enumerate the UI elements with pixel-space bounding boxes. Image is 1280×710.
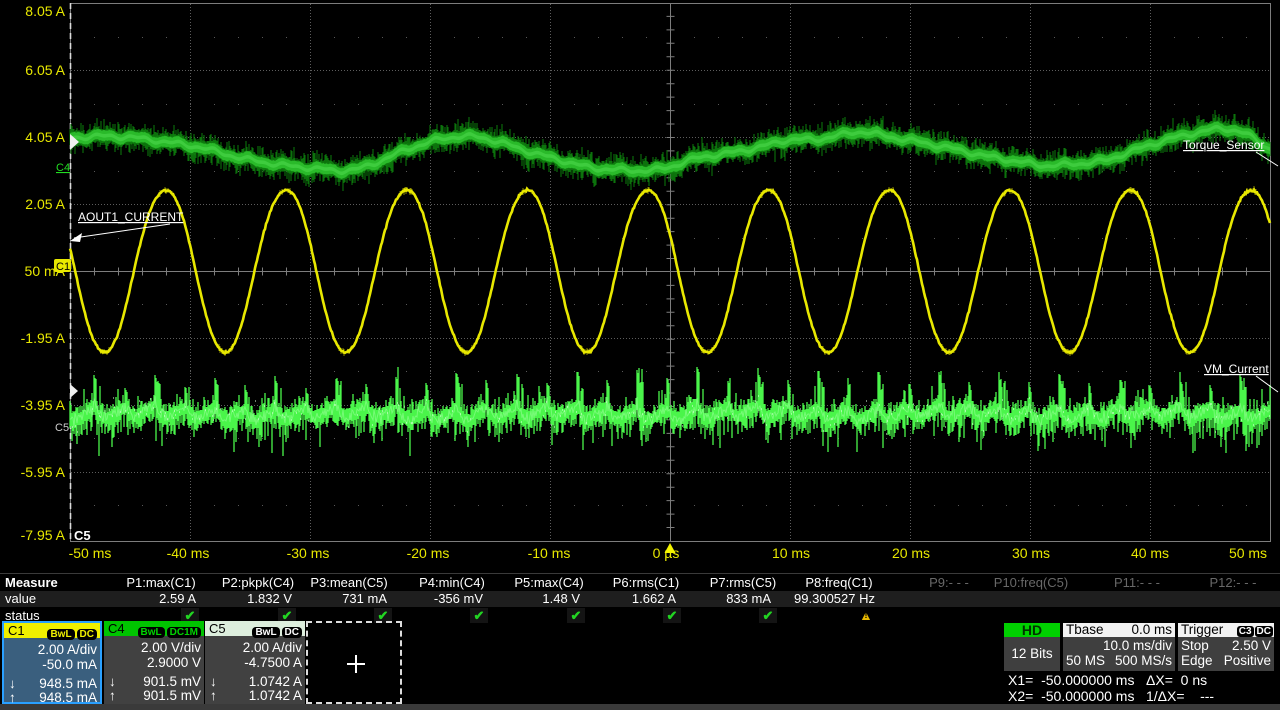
svg-text:C4: C4	[56, 162, 70, 174]
svg-text:50 ms: 50 ms	[1229, 545, 1267, 561]
svg-text:40 ms: 40 ms	[1131, 545, 1169, 561]
svg-text:-1.95 A: -1.95 A	[21, 330, 66, 346]
svg-text:4.05 A: 4.05 A	[25, 129, 65, 145]
svg-text:-50 ms: -50 ms	[69, 545, 112, 561]
svg-text:-20 ms: -20 ms	[407, 545, 450, 561]
svg-text:C5: C5	[74, 528, 91, 543]
svg-text:2.05 A: 2.05 A	[25, 196, 65, 212]
svg-text:C1: C1	[56, 261, 70, 273]
svg-text:10 ms: 10 ms	[772, 545, 810, 561]
svg-text:-10 ms: -10 ms	[528, 545, 571, 561]
svg-text:C5: C5	[55, 422, 69, 434]
svg-text:AOUT1_CURRENT: AOUT1_CURRENT	[78, 210, 184, 224]
svg-text:Torque_Sensor: Torque_Sensor	[1183, 138, 1264, 152]
svg-text:-40 ms: -40 ms	[167, 545, 210, 561]
svg-text:VM_Current: VM_Current	[1204, 362, 1269, 376]
svg-text:-5.95 A: -5.95 A	[21, 464, 66, 480]
svg-text:30 ms: 30 ms	[1012, 545, 1050, 561]
svg-text:8.05 A: 8.05 A	[25, 3, 65, 19]
svg-text:-30 ms: -30 ms	[287, 545, 330, 561]
svg-text:20 ms: 20 ms	[892, 545, 930, 561]
svg-text:-7.95 A: -7.95 A	[21, 527, 66, 543]
svg-text:-3.95 A: -3.95 A	[21, 397, 66, 413]
svg-text:6.05 A: 6.05 A	[25, 62, 65, 78]
